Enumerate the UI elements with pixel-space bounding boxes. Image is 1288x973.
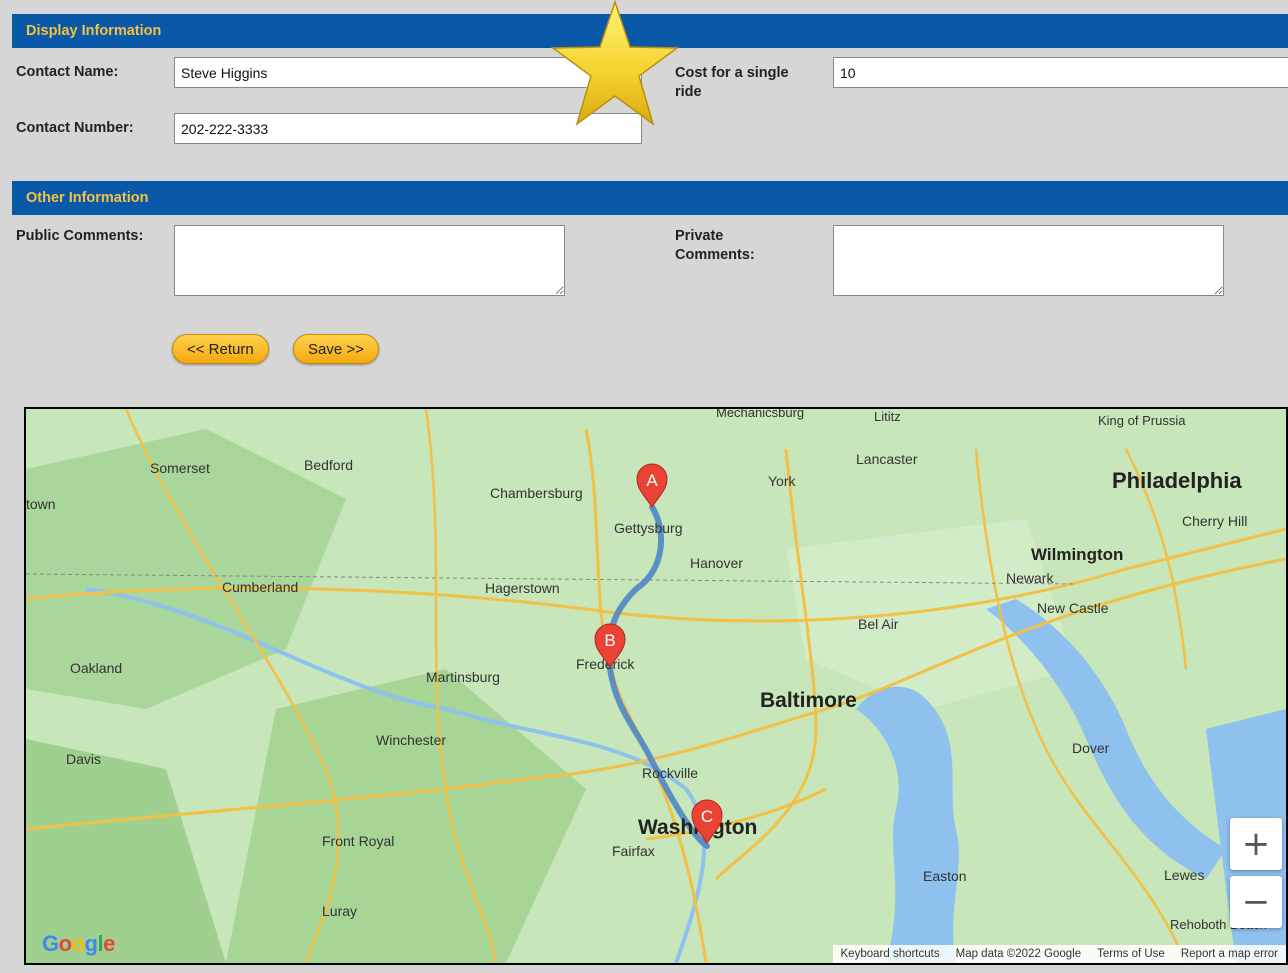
city-luray: Luray xyxy=(322,903,357,919)
city-hanover: Hanover xyxy=(690,555,743,571)
star-icon xyxy=(551,0,679,126)
keyboard-shortcuts-link[interactable]: Keyboard shortcuts xyxy=(833,945,948,963)
city-new-castle: New Castle xyxy=(1037,600,1109,616)
city-partial-town: town xyxy=(26,496,56,512)
return-button[interactable]: << Return xyxy=(172,334,269,364)
city-lititz: Lititz xyxy=(874,409,901,424)
city-wilmington: Wilmington xyxy=(1031,545,1123,564)
marker-c-letter: C xyxy=(701,807,713,826)
city-oakland: Oakland xyxy=(70,660,122,676)
city-davis: Davis xyxy=(66,751,101,767)
map-canvas[interactable]: Philadelphia Baltimore Washington Wilmin… xyxy=(26,409,1286,963)
private-comments-label-line2: Comments: xyxy=(675,247,755,263)
marker-b-letter: B xyxy=(604,631,615,650)
cost-label-line2: ride xyxy=(675,84,702,100)
city-cumberland: Cumberland xyxy=(222,579,298,595)
map-data-credit: Map data ©2022 Google xyxy=(955,948,1082,960)
private-comments-label: Private Comments: xyxy=(675,227,755,265)
private-comments-textarea[interactable] xyxy=(833,225,1224,296)
city-chambersburg: Chambersburg xyxy=(490,485,583,501)
zoom-out-button[interactable]: − xyxy=(1230,876,1282,928)
contact-number-label: Contact Number: xyxy=(16,120,134,136)
city-rockville: Rockville xyxy=(642,765,698,781)
city-winchester: Winchester xyxy=(376,732,446,748)
city-front-royal: Front Royal xyxy=(322,833,394,849)
city-gettysburg: Gettysburg xyxy=(614,520,682,536)
route-map[interactable]: Philadelphia Baltimore Washington Wilmin… xyxy=(24,407,1288,965)
private-comments-label-line1: Private xyxy=(675,228,724,244)
cost-single-ride-label: Cost for a single ride xyxy=(675,64,789,102)
report-map-error-link[interactable]: Report a map error xyxy=(1173,945,1286,963)
city-york: York xyxy=(768,473,797,489)
city-newark: Newark xyxy=(1006,570,1054,586)
city-cherry-hill: Cherry Hill xyxy=(1182,513,1247,529)
public-comments-label: Public Comments: xyxy=(16,228,144,244)
city-fairfax: Fairfax xyxy=(612,843,655,859)
zoom-in-button[interactable]: + xyxy=(1230,818,1282,870)
city-martinsburg: Martinsburg xyxy=(426,669,500,685)
city-dover: Dover xyxy=(1072,740,1110,756)
map-attribution: Keyboard shortcuts Map data ©2022 Google… xyxy=(832,945,1286,963)
city-easton: Easton xyxy=(923,868,967,884)
cost-label-line1: Cost for a single xyxy=(675,65,789,81)
city-baltimore: Baltimore xyxy=(760,689,857,712)
city-hagerstown: Hagerstown xyxy=(485,580,560,596)
save-button[interactable]: Save >> xyxy=(293,334,379,364)
city-bedford: Bedford xyxy=(304,457,353,473)
display-information-title: Display Information xyxy=(26,23,162,39)
other-information-header: Other Information xyxy=(12,181,1288,215)
city-mechanicsburg: Mechanicsburg xyxy=(716,409,804,420)
city-king-of-prussia: King of Prussia xyxy=(1098,413,1186,428)
city-lancaster: Lancaster xyxy=(856,451,918,467)
contact-name-label: Contact Name: xyxy=(16,64,119,80)
city-somerset: Somerset xyxy=(150,460,210,476)
city-bel-air: Bel Air xyxy=(858,616,899,632)
public-comments-textarea[interactable] xyxy=(174,225,565,296)
city-lewes: Lewes xyxy=(1164,867,1204,883)
marker-a-letter: A xyxy=(646,471,658,490)
other-information-title: Other Information xyxy=(26,190,149,206)
terms-of-use-link[interactable]: Terms of Use xyxy=(1089,945,1173,963)
google-logo: Google xyxy=(42,931,115,956)
city-philadelphia: Philadelphia xyxy=(1112,468,1242,493)
cost-single-ride-input[interactable] xyxy=(833,57,1288,88)
